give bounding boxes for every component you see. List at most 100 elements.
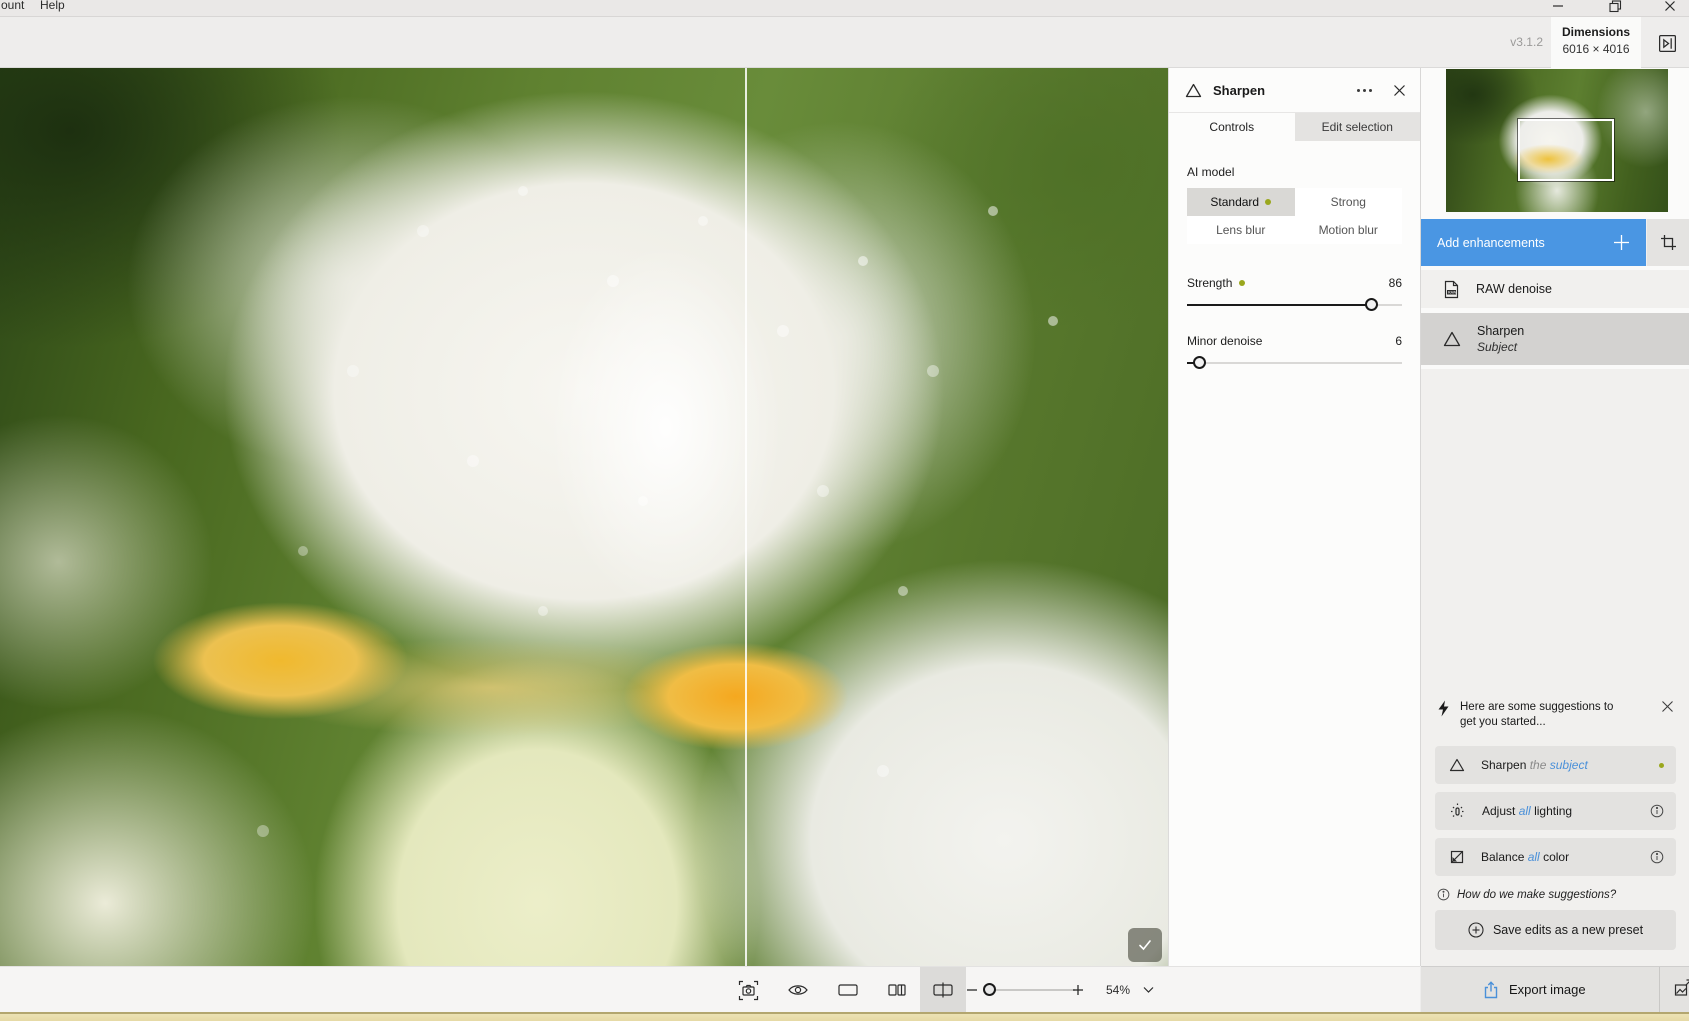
suggestions-close-icon[interactable] — [1661, 700, 1674, 730]
minor-denoise-label: Minor denoise — [1187, 334, 1262, 348]
strength-value: 86 — [1389, 276, 1402, 290]
save-preset-label: Save edits as a new preset — [1493, 923, 1643, 937]
plus-circle-icon — [1468, 922, 1484, 938]
model-strong-label: Strong — [1331, 195, 1366, 209]
model-standard-button[interactable]: Standard — [1187, 188, 1295, 216]
suggestions-header-text: Here are some suggestions to get you sta… — [1460, 700, 1630, 730]
menu-item-account[interactable]: ount — [1, 0, 24, 14]
suggestion-word-link[interactable]: all — [1528, 850, 1540, 864]
bottom-edge-strip — [0, 1012, 1689, 1021]
app-version: v3.1.2 — [1510, 35, 1543, 49]
model-motion-blur-button[interactable]: Motion blur — [1295, 216, 1403, 244]
info-icon[interactable] — [1650, 850, 1664, 864]
model-standard-label: Standard — [1210, 195, 1259, 209]
crop-button[interactable] — [1646, 219, 1689, 266]
zoom-slider-knob[interactable] — [983, 983, 996, 996]
suggestion-word-muted: the — [1530, 758, 1547, 772]
suggestions-header: Here are some suggestions to get you sta… — [1437, 700, 1674, 730]
export-image-label: Export image — [1509, 982, 1586, 997]
sharpen-triangle-icon — [1443, 331, 1461, 347]
collapse-panel-icon[interactable] — [1653, 30, 1681, 56]
navigator-viewport-rect[interactable] — [1518, 119, 1614, 181]
info-icon[interactable] — [1650, 804, 1664, 818]
panel-title: Sharpen — [1213, 83, 1346, 98]
menu-item-help[interactable]: Help — [40, 0, 65, 14]
balance-color-icon — [1449, 849, 1465, 865]
image-canvas[interactable] — [0, 68, 1168, 966]
save-preset-button[interactable]: Save edits as a new preset — [1435, 910, 1676, 950]
lightning-bolt-icon — [1437, 700, 1450, 730]
suggestion-word: Balance — [1481, 850, 1524, 864]
suggestion-word: Sharpen — [1481, 758, 1526, 772]
side-by-side-view-button[interactable] — [874, 967, 920, 1013]
model-motion-blur-label: Motion blur — [1319, 223, 1378, 237]
divider — [1659, 967, 1660, 1012]
how-suggestions-link[interactable]: How do we make suggestions? — [1437, 888, 1616, 901]
autopilot-preview-button[interactable] — [725, 967, 771, 1013]
lighting-icon — [1449, 803, 1466, 820]
zoom-level-value[interactable]: 54% — [1096, 983, 1140, 997]
minor-denoise-slider[interactable] — [1187, 356, 1402, 370]
standard-status-dot — [1265, 199, 1271, 205]
navigator-zone — [1421, 68, 1689, 219]
enhancement-sharpen[interactable]: Sharpen Subject — [1421, 313, 1689, 365]
ai-model-label: AI model — [1187, 165, 1402, 179]
suggestion-word: Adjust — [1482, 804, 1515, 818]
model-strong-button[interactable]: Strong — [1295, 188, 1403, 216]
show-original-eye-icon[interactable] — [775, 967, 821, 1013]
bottom-toolbar: 54% — [0, 966, 1420, 1012]
suggestion-balance-color[interactable]: Balance all color — [1435, 838, 1676, 876]
maximize-button[interactable] — [1604, 0, 1626, 16]
model-lens-blur-button[interactable]: Lens blur — [1187, 216, 1295, 244]
suggestion-word: lighting — [1534, 804, 1572, 818]
strength-status-dot — [1239, 280, 1245, 286]
close-icon[interactable] — [1659, 0, 1681, 16]
model-lens-blur-label: Lens blur — [1216, 223, 1265, 237]
add-enhancements-button[interactable]: Add enhancements — [1421, 219, 1646, 266]
dimensions-box: Dimensions 6016 × 4016 — [1551, 17, 1641, 68]
suggestion-word-link[interactable]: all — [1519, 804, 1531, 818]
enhancement-list: RAW RAW denoise Sharpen Subject — [1421, 266, 1689, 369]
suggestion-sharpen-subject[interactable]: Sharpen the subject — [1435, 746, 1676, 784]
panel-menu-icon[interactable] — [1357, 89, 1372, 92]
strength-row: Strength 86 — [1187, 276, 1402, 290]
suggestion-word: color — [1543, 850, 1569, 864]
sharpen-triangle-icon — [1449, 758, 1465, 772]
dimensions-label: Dimensions — [1551, 25, 1641, 39]
suggestion-word-link[interactable]: subject — [1550, 758, 1588, 772]
applied-status-dot — [1659, 763, 1664, 768]
tab-edit-selection[interactable]: Edit selection — [1295, 113, 1421, 141]
menu-bar: ount Help — [0, 0, 1689, 17]
app-window: ount Help v3.1.2 Dimensions 6016 × 4016 — [0, 0, 1689, 1021]
chevron-down-icon[interactable] — [1142, 983, 1155, 996]
export-image-button[interactable]: Export image — [1483, 981, 1586, 999]
strength-slider[interactable] — [1187, 298, 1402, 312]
enhancement-raw-denoise[interactable]: RAW RAW denoise — [1421, 270, 1689, 308]
suggestion-adjust-lighting[interactable]: Adjust all lighting — [1435, 792, 1676, 830]
ai-model-grid: Standard Strong Lens blur Motion blur — [1187, 188, 1402, 244]
export-image-external-icon[interactable] — [1673, 979, 1689, 999]
enhancement-scope: Subject — [1477, 340, 1524, 354]
tab-controls[interactable]: Controls — [1169, 113, 1295, 141]
single-view-button[interactable] — [825, 967, 871, 1013]
panel-close-icon[interactable] — [1393, 84, 1406, 97]
panel-body: AI model Standard Strong Lens blur Motio… — [1169, 141, 1420, 370]
sharpen-panel: Sharpen Controls Edit selection AI model… — [1168, 68, 1420, 966]
minimize-button[interactable] — [1547, 0, 1569, 16]
info-icon — [1437, 888, 1450, 901]
raw-file-icon: RAW — [1443, 280, 1460, 299]
export-bar: Export image — [1421, 966, 1689, 1012]
zoom-in-button[interactable] — [1058, 967, 1098, 1013]
panel-tabs: Controls Edit selection — [1169, 112, 1420, 141]
navigator-thumbnail[interactable] — [1446, 69, 1668, 212]
minor-denoise-row: Minor denoise 6 — [1187, 334, 1402, 348]
apply-check-button[interactable] — [1128, 928, 1162, 962]
add-enhancements-row: Add enhancements — [1421, 219, 1689, 266]
enhancement-title: Sharpen — [1477, 324, 1524, 338]
compare-split-divider[interactable] — [745, 68, 747, 966]
how-suggestions-text: How do we make suggestions? — [1457, 889, 1616, 901]
svg-text:RAW: RAW — [1448, 290, 1457, 294]
strength-label: Strength — [1187, 276, 1232, 290]
water-droplets-decor — [0, 68, 6, 74]
enhancement-title: RAW denoise — [1476, 282, 1552, 296]
